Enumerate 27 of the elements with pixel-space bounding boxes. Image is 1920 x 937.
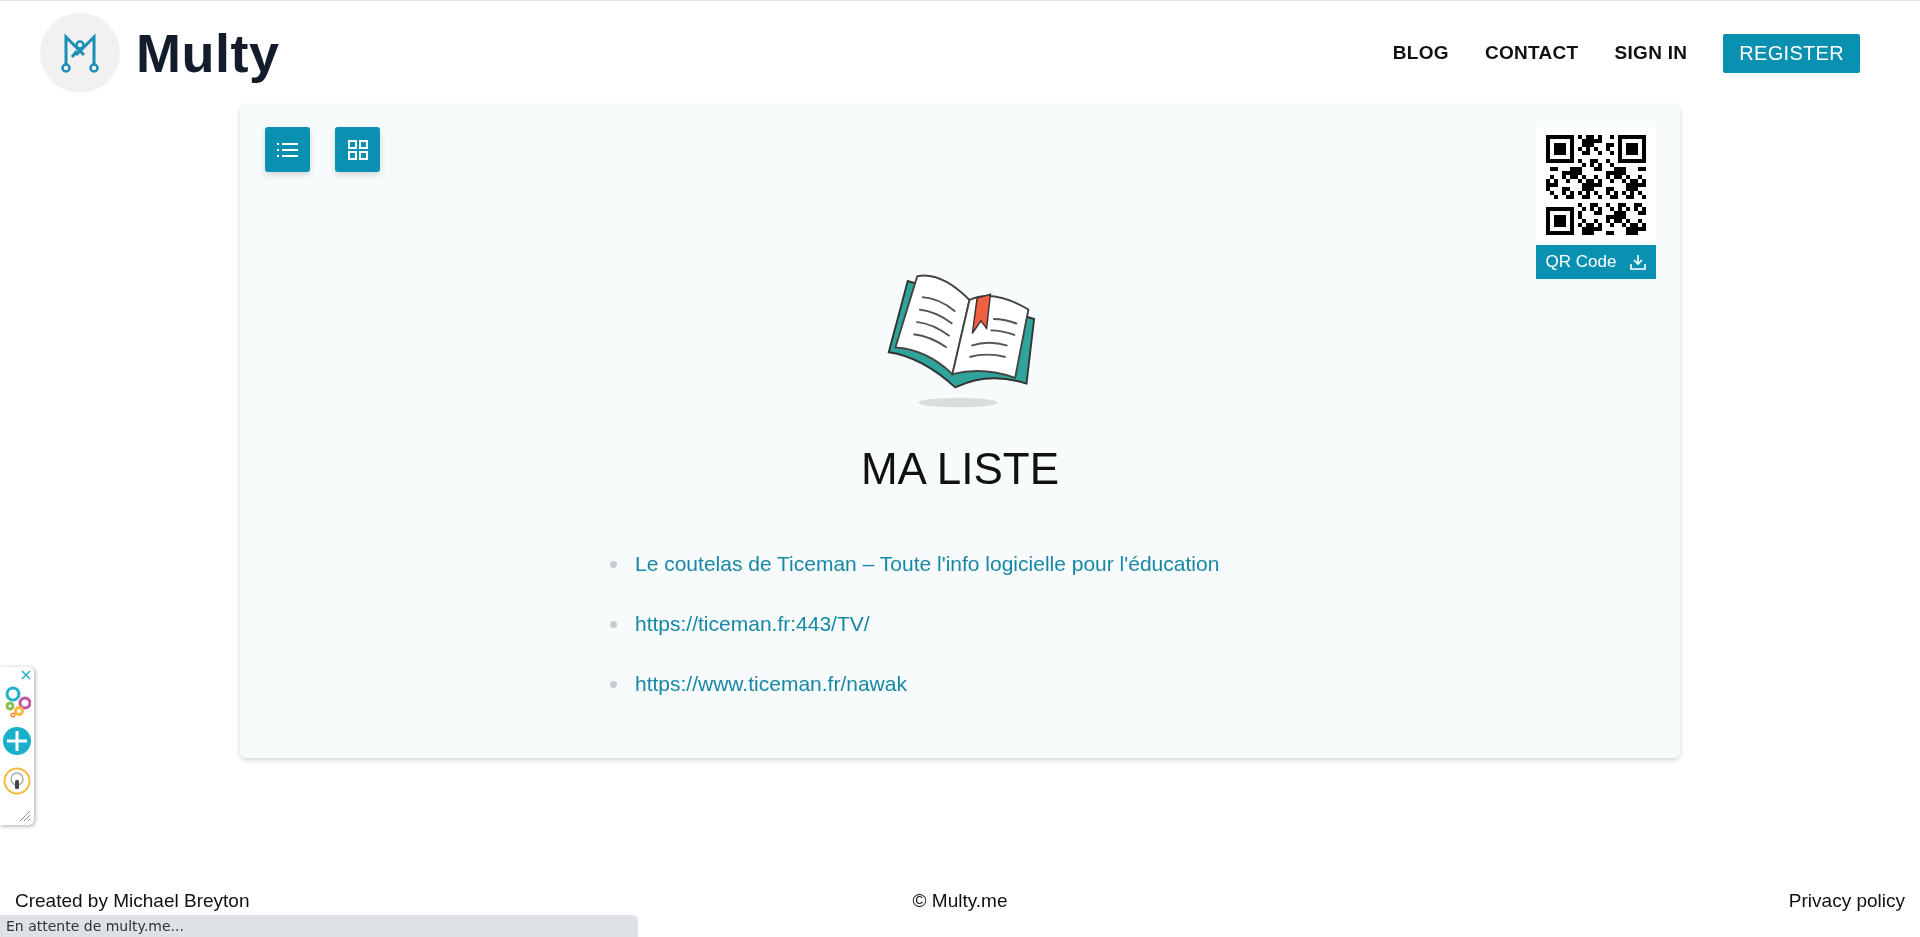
list-link[interactable]: Le coutelas de Ticeman – Toute l'info logicielle pour l'éducation xyxy=(635,552,1220,576)
bullet-icon xyxy=(610,560,617,568)
nav-link[interactable]: BLOG xyxy=(1392,42,1449,64)
status-bar: En attente de multy.me... xyxy=(0,915,638,937)
nav-link[interactable]: CONTACT xyxy=(1484,42,1579,64)
download-icon xyxy=(1630,254,1647,270)
plus-icon[interactable] xyxy=(3,727,31,755)
list-link[interactable]: https://ticeman.fr:443/TV/ xyxy=(635,612,870,636)
footer-copyright: © Multy.me xyxy=(912,890,1008,912)
nav-link[interactable]: SIGN IN xyxy=(1614,42,1688,64)
footer-credit: Created by Michael Breyton xyxy=(15,890,251,912)
close-icon[interactable] xyxy=(21,670,31,680)
privacy-policy-link[interactable]: Privacy policy xyxy=(1788,890,1905,912)
list-view-button[interactable] xyxy=(265,127,310,172)
logo-text[interactable]: Multy xyxy=(136,22,280,84)
bullet-icon xyxy=(610,680,617,688)
register-button[interactable]: REGISTER xyxy=(1723,33,1860,73)
list-title: MA LISTE xyxy=(860,444,1060,494)
bubbles-icon[interactable] xyxy=(3,686,31,718)
list-link[interactable]: https://www.ticeman.fr/nawak xyxy=(635,672,907,696)
bulb-icon[interactable] xyxy=(3,767,31,795)
list-icon xyxy=(276,141,299,158)
qr-code-download-button[interactable]: QR Code xyxy=(1536,245,1656,279)
bullet-icon xyxy=(610,620,617,628)
grid-view-button[interactable] xyxy=(335,127,380,172)
resize-grip-icon[interactable] xyxy=(19,810,31,822)
grid-icon xyxy=(347,139,368,160)
